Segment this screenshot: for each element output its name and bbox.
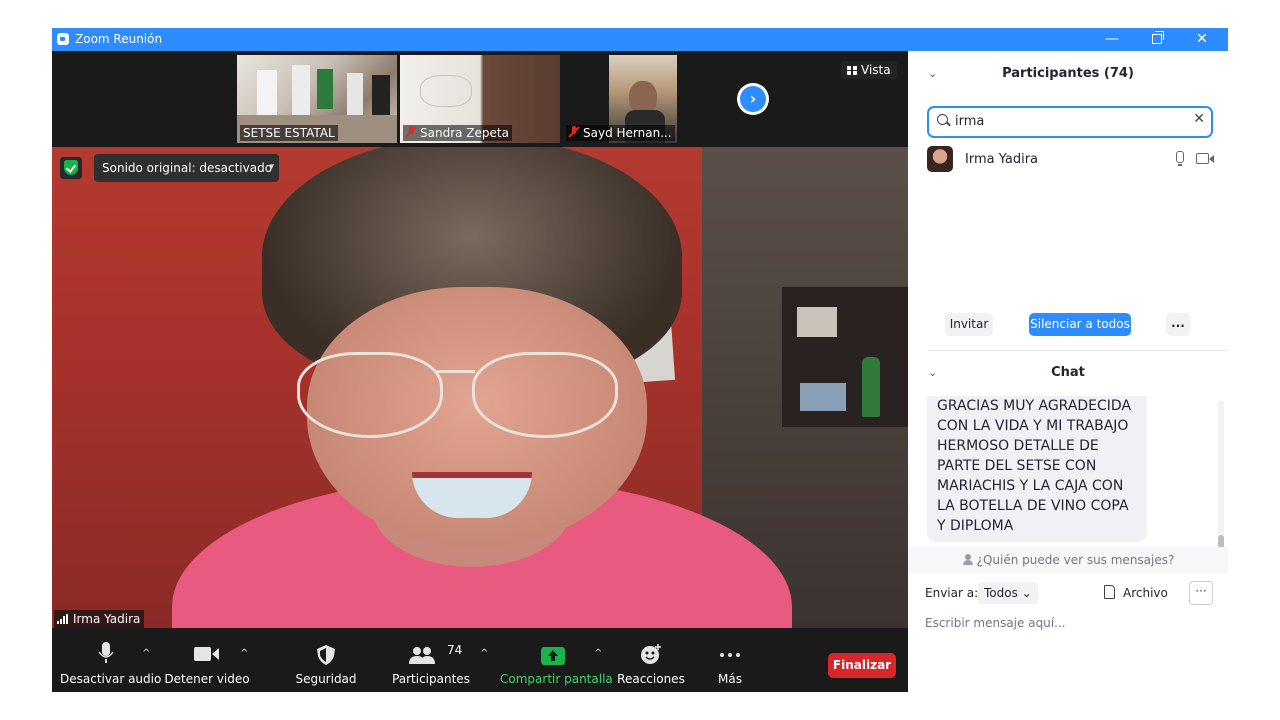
minimize-button[interactable]: —: [1089, 28, 1135, 51]
background-bottle: [862, 357, 880, 417]
avatar: [927, 146, 953, 172]
more-button[interactable]: Más: [706, 628, 754, 692]
video-camera-icon[interactable]: [1196, 153, 1214, 164]
chat-message-input[interactable]: [925, 613, 1205, 633]
participants-title: Participantes (74): [1002, 66, 1134, 81]
stop-video-label: Detener video: [164, 672, 250, 686]
thumbnail-label: SETSE ESTATAL: [240, 125, 338, 141]
main-video: Sonido original: desactivado ▾ Irma Yadi…: [52, 147, 908, 628]
thumbnail-sayd-hernandez[interactable]: Sayd Hernan...: [563, 55, 677, 143]
restore-icon: [1152, 31, 1164, 44]
file-icon: [1104, 585, 1115, 599]
mic-icon[interactable]: [1176, 151, 1184, 166]
glasses-bridge: [437, 370, 475, 373]
gallery-strip: SETSE ESTATAL Sandra Zepeta Sayd Hernan.…: [52, 51, 908, 147]
reaction-icon: [641, 644, 661, 664]
thumbnail-label: Sandra Zepeta: [403, 125, 512, 141]
audio-options-caret[interactable]: ^: [142, 648, 150, 659]
share-screen-icon: [541, 647, 565, 665]
background-frame: [800, 383, 846, 411]
invite-button[interactable]: Invitar: [945, 313, 993, 336]
who-can-see-label: ¿Quién puede ver sus mensajes?: [976, 553, 1175, 567]
participant-search-input[interactable]: [955, 111, 1175, 131]
participant-name: Irma Yadira: [965, 152, 1039, 167]
chevron-right-icon: ›: [740, 86, 766, 112]
stop-video-button[interactable]: Detener video: [164, 628, 250, 692]
share-screen-button[interactable]: Compartir pantalla: [500, 628, 613, 692]
participants-button[interactable]: 74 Participantes: [392, 628, 470, 692]
speaker-name-label: Irma Yadira: [54, 610, 145, 628]
chat-message: GRACIAS MUY AGRADECIDA CON LA VIDA Y MI …: [927, 396, 1147, 542]
divider: [928, 350, 1227, 351]
meeting-toolbar: Desactivar audio ^ Detener video ^ Segur…: [52, 628, 908, 692]
video-area: SETSE ESTATAL Sandra Zepeta Sayd Hernan.…: [52, 51, 908, 628]
zoom-app-icon: [57, 33, 69, 45]
end-meeting-button[interactable]: Finalizar: [828, 653, 896, 678]
thumbnail-label: Sayd Hernan...: [566, 125, 675, 141]
security-label: Seguridad: [295, 672, 357, 686]
signal-bars-icon: [57, 614, 69, 624]
file-label: Archivo: [1123, 586, 1168, 600]
mic-off-icon: [569, 126, 579, 138]
participants-icon: [409, 647, 435, 664]
shield-icon: [317, 645, 335, 665]
person-icon: [962, 554, 974, 566]
background-frame: [797, 307, 837, 337]
reactions-label: Reacciones: [617, 672, 685, 686]
share-screen-label: Compartir pantalla: [500, 672, 613, 686]
speaker-name: Irma Yadira: [73, 612, 141, 626]
clear-search-icon[interactable]: ✕: [1193, 111, 1205, 127]
thumbnail-name: Sayd Hernan...: [583, 126, 672, 140]
thumbnail-setse-estatal[interactable]: SETSE ESTATAL: [237, 55, 397, 143]
thumbnail-name: Sandra Zepeta: [420, 126, 509, 140]
search-icon: [937, 114, 948, 125]
mute-all-button[interactable]: Silenciar a todos: [1029, 313, 1131, 336]
glasses-lens: [472, 352, 618, 438]
video-icon: [194, 647, 219, 661]
restore-button[interactable]: [1134, 28, 1180, 51]
chevron-down-icon: ▾: [269, 162, 274, 172]
mic-icon: [98, 642, 114, 663]
who-can-see-link[interactable]: ¿Quién puede ver sus mensajes?: [908, 547, 1228, 573]
reactions-button[interactable]: Reacciones: [616, 628, 686, 692]
chat-more-button[interactable]: ···: [1189, 581, 1213, 605]
side-panel: ⌄ Participantes (74) ✕ Irma Yadira Invit…: [908, 51, 1228, 692]
window-title: Zoom Reunión: [75, 32, 163, 46]
participant-row[interactable]: Irma Yadira: [927, 146, 1217, 174]
file-button[interactable]: Archivo: [1104, 585, 1168, 600]
zoom-window: Zoom Reunión — ✕ SETSE ESTATAL Sandra Ze…: [52, 28, 1228, 692]
speaker-glasses: [297, 352, 618, 442]
title-bar: Zoom Reunión — ✕: [52, 28, 1228, 51]
grid-icon: [847, 66, 857, 75]
send-to-label: Enviar a:: [925, 586, 979, 600]
chat-messages[interactable]: GRACIAS MUY AGRADECIDA CON LA VIDA Y MI …: [908, 396, 1228, 551]
next-page-button[interactable]: ›: [737, 83, 769, 115]
thumbnail-sandra-zepeta[interactable]: Sandra Zepeta: [400, 55, 560, 143]
mute-audio-label: Desactivar audio: [60, 672, 162, 686]
chat-scrollbar[interactable]: [1218, 401, 1224, 549]
shield-check-icon: [64, 160, 78, 175]
mute-audio-button[interactable]: Desactivar audio: [60, 628, 162, 692]
participants-count-badge: 74: [447, 643, 463, 657]
participants-label: Participantes: [392, 672, 470, 686]
mic-off-icon: [406, 126, 416, 138]
more-icon: [720, 653, 740, 657]
view-label: Vista: [861, 63, 891, 77]
glasses-lens: [297, 352, 443, 438]
view-button[interactable]: Vista: [841, 61, 897, 79]
security-button[interactable]: Seguridad: [292, 628, 360, 692]
participants-options-caret[interactable]: ^: [480, 648, 488, 659]
share-options-caret[interactable]: ^: [594, 648, 602, 659]
more-label: Más: [718, 672, 742, 686]
video-options-caret[interactable]: ^: [240, 648, 248, 659]
send-to-select[interactable]: Todos ⌄: [978, 582, 1038, 604]
original-sound-button[interactable]: Sonido original: desactivado ▾: [94, 154, 279, 182]
close-window-button[interactable]: ✕: [1179, 28, 1225, 51]
encryption-badge[interactable]: [60, 157, 82, 179]
participants-more-button[interactable]: ...: [1166, 313, 1190, 336]
original-sound-label: Sonido original: desactivado: [102, 161, 273, 175]
chat-title: Chat: [1051, 365, 1085, 380]
participant-search: ✕: [927, 106, 1213, 138]
